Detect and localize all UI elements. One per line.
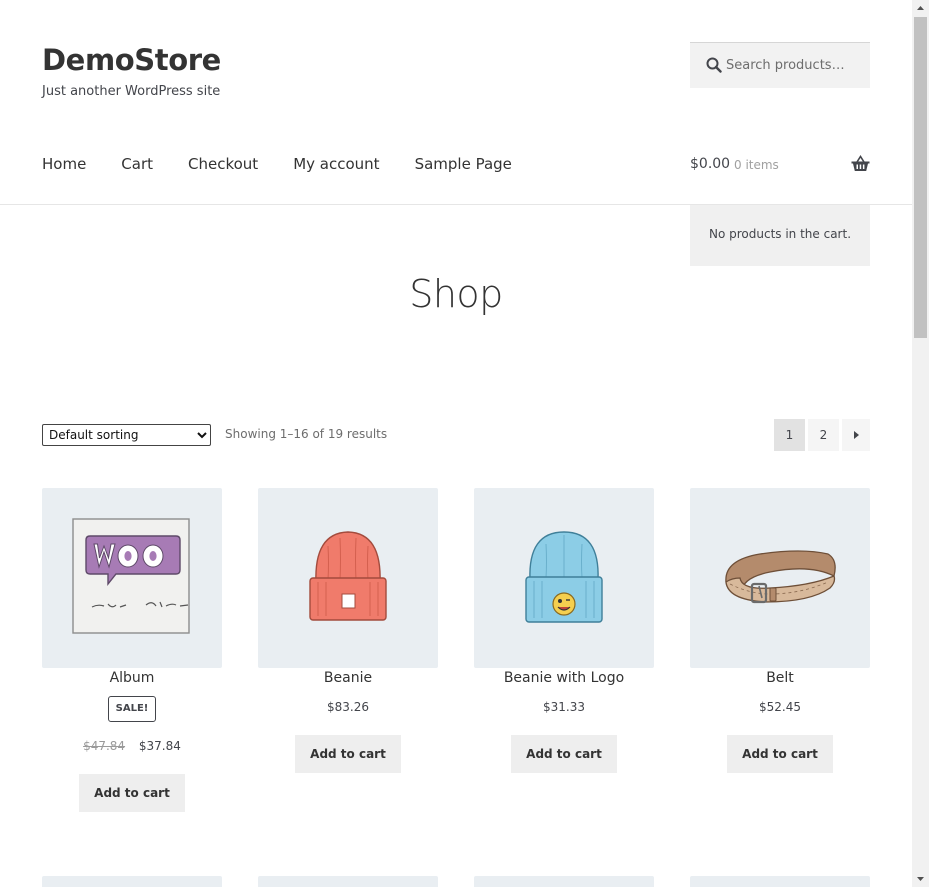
product-image-next-row[interactable]	[690, 876, 870, 887]
product-price: $47.84 $37.84	[42, 739, 222, 753]
nav-item-my-account[interactable]: My account	[293, 155, 379, 177]
product-name[interactable]: Album	[42, 670, 222, 686]
site-title[interactable]: DemoStore	[42, 43, 221, 77]
product-image-beanie[interactable]	[258, 488, 438, 668]
search-icon[interactable]	[706, 57, 722, 73]
header-cart[interactable]: $0.00 0 items	[690, 155, 870, 177]
site-tagline: Just another WordPress site	[42, 84, 221, 99]
nav-item-sample-page[interactable]: Sample Page	[415, 155, 512, 177]
primary-nav: Home Cart Checkout My account Sample Pag…	[42, 155, 547, 177]
sale-badge: SALE!	[108, 696, 156, 722]
cart-total: $0.00	[690, 156, 731, 172]
product-image-next-row[interactable]	[474, 876, 654, 887]
result-count: Showing 1–16 of 19 results	[225, 427, 388, 441]
search-input[interactable]	[726, 51, 862, 79]
page-viewport: DemoStore Just another WordPress site Ho…	[0, 0, 912, 887]
nav-item-home[interactable]: Home	[42, 155, 86, 177]
product-name[interactable]: Belt	[690, 670, 870, 686]
cart-item-count: 0 items	[734, 158, 779, 172]
product-image-next-row[interactable]	[42, 876, 222, 887]
scrollbar-thumb[interactable]	[914, 17, 927, 338]
product-price: $52.45	[759, 700, 801, 714]
product-image-beanie-with-logo[interactable]	[474, 488, 654, 668]
add-to-cart-button[interactable]: Add to cart	[79, 774, 185, 812]
next-page-button[interactable]	[842, 419, 870, 451]
product-image-next-row[interactable]	[258, 876, 438, 887]
nav-item-checkout[interactable]: Checkout	[188, 155, 258, 177]
beanie-with-logo-icon	[525, 531, 603, 623]
vertical-scrollbar[interactable]	[912, 0, 929, 887]
beanie-icon	[309, 531, 387, 621]
add-to-cart-button[interactable]: Add to cart	[511, 735, 617, 773]
regular-price: $47.84	[83, 739, 126, 753]
page-title: Shop	[409, 272, 503, 316]
page-link-2[interactable]: 2	[808, 419, 839, 451]
product-price: $31.33	[543, 700, 585, 714]
product-price: $83.26	[327, 700, 369, 714]
scroll-up-arrow-icon[interactable]	[912, 0, 929, 17]
pagination: 1 2	[774, 419, 870, 451]
nav-item-cart[interactable]: Cart	[121, 155, 153, 177]
mini-cart-dropdown: No products in the cart.	[690, 205, 870, 266]
product-image-album[interactable]	[42, 488, 222, 668]
product-name[interactable]: Beanie	[258, 670, 438, 686]
sale-price: $37.84	[138, 739, 181, 753]
page-link-1[interactable]: 1	[774, 419, 805, 451]
triangle-right-icon	[854, 431, 859, 439]
mini-cart-empty-message: No products in the cart.	[708, 227, 852, 241]
album-cover-icon	[72, 518, 190, 634]
basket-icon[interactable]	[851, 155, 870, 172]
product-image-belt[interactable]	[690, 488, 870, 668]
add-to-cart-button[interactable]: Add to cart	[295, 735, 401, 773]
product-name[interactable]: Beanie with Logo	[474, 670, 654, 686]
scroll-down-arrow-icon[interactable]	[912, 870, 929, 887]
search-box	[690, 42, 870, 88]
belt-icon	[725, 550, 836, 604]
add-to-cart-button[interactable]: Add to cart	[727, 735, 833, 773]
sort-select[interactable]: Default sorting	[42, 424, 211, 446]
